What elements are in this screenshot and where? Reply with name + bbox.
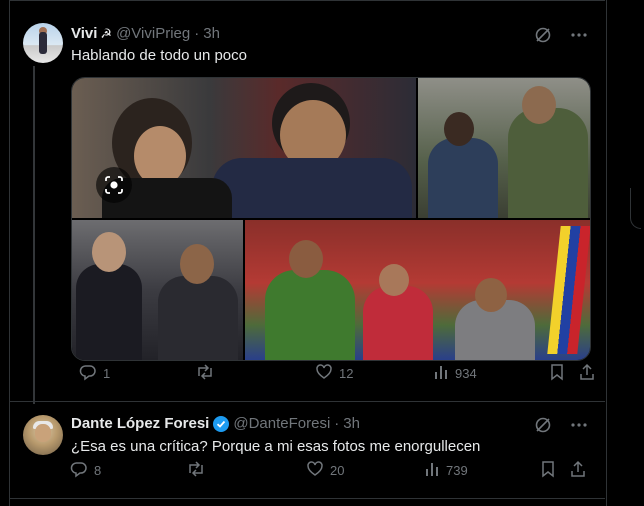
share-button[interactable] xyxy=(579,363,595,384)
bookmark-icon xyxy=(549,363,565,384)
thread-connector xyxy=(33,66,35,404)
photo-figure xyxy=(289,240,323,278)
reply-icon xyxy=(79,363,97,384)
photo-figure xyxy=(76,264,142,360)
photo-figure xyxy=(265,270,355,360)
grok-icon[interactable] xyxy=(533,25,553,45)
photo-figure xyxy=(212,158,412,218)
more-icon[interactable] xyxy=(569,415,589,435)
media-photo-4[interactable] xyxy=(245,220,590,360)
photo-figure xyxy=(522,86,556,124)
user-handle[interactable]: @ViviPrieg xyxy=(116,25,190,42)
photo-figure xyxy=(92,232,126,272)
photo-figure xyxy=(444,112,474,146)
side-panel-edge xyxy=(630,188,641,229)
avatar[interactable] xyxy=(23,415,63,455)
flag-shape xyxy=(547,226,590,354)
like-icon xyxy=(306,460,324,481)
verified-icon xyxy=(213,415,230,432)
tweet-top-actions xyxy=(533,25,589,45)
like-count: 12 xyxy=(339,365,354,381)
like-icon xyxy=(315,363,333,384)
display-name[interactable]: Dante López Foresi xyxy=(71,415,209,432)
retweet-button[interactable] xyxy=(186,460,212,481)
retweet-button[interactable] xyxy=(195,363,221,384)
tweet-top-actions xyxy=(533,415,589,435)
share-button[interactable] xyxy=(570,460,586,481)
views-count: 739 xyxy=(446,462,468,478)
views-icon xyxy=(433,364,449,383)
media-grid[interactable] xyxy=(71,77,591,361)
reply-count: 8 xyxy=(94,462,102,478)
retweet-icon xyxy=(195,363,215,384)
tweet-header: Dante López Foresi @DanteForesi · 3h xyxy=(71,415,360,432)
reply-button[interactable]: 1 xyxy=(79,363,110,384)
tweet-text: Hablando de todo un poco xyxy=(71,47,247,64)
reply-button[interactable]: 8 xyxy=(70,460,101,481)
views-button[interactable]: 934 xyxy=(433,364,477,383)
share-icon xyxy=(579,363,595,384)
photo-figure xyxy=(180,244,214,284)
timestamp[interactable]: 3h xyxy=(343,415,360,432)
views-count: 934 xyxy=(455,365,477,381)
photo-figure xyxy=(134,126,186,186)
avatar-figure xyxy=(39,32,47,54)
display-name[interactable]: Vivi xyxy=(71,25,97,42)
like-button[interactable]: 12 xyxy=(315,363,353,384)
photo-figure xyxy=(428,138,498,218)
photo-figure xyxy=(363,286,433,360)
tweet-text: ¿Esa es una crítica? Porque a mi esas fo… xyxy=(71,438,481,455)
grok-icon[interactable] xyxy=(533,415,553,435)
reply-count: 1 xyxy=(103,365,111,381)
avatar-face xyxy=(35,424,51,442)
media-photo-2[interactable] xyxy=(418,78,590,218)
media-photo-3[interactable] xyxy=(72,220,243,360)
separator-dot: · xyxy=(334,415,340,432)
photo-figure xyxy=(508,108,588,218)
views-icon xyxy=(424,461,440,480)
timestamp[interactable]: 3h xyxy=(203,25,220,42)
like-button[interactable]: 20 xyxy=(306,460,344,481)
separator-dot: · xyxy=(194,25,200,42)
share-icon xyxy=(570,460,586,481)
tweet[interactable]: Vivi ☭ @ViviPrieg · 3h Hablando de todo … xyxy=(9,0,605,402)
retweet-icon xyxy=(186,460,206,481)
user-handle[interactable]: @DanteForesi xyxy=(233,415,330,432)
more-icon[interactable] xyxy=(569,25,589,45)
bookmark-icon xyxy=(540,460,556,481)
like-count: 20 xyxy=(330,462,345,478)
bookmark-button[interactable] xyxy=(540,460,556,481)
camera-icon[interactable] xyxy=(96,167,132,203)
photo-figure xyxy=(158,276,238,360)
tweet[interactable]: Dante López Foresi @DanteForesi · 3h ¿Es… xyxy=(9,401,605,499)
photo-figure xyxy=(379,264,409,296)
photo-figure xyxy=(475,278,507,312)
reply-icon xyxy=(70,460,88,481)
name-emblem: ☭ xyxy=(100,25,113,41)
views-button[interactable]: 739 xyxy=(424,461,468,480)
avatar[interactable] xyxy=(23,23,63,63)
tweet-header: Vivi ☭ @ViviPrieg · 3h xyxy=(71,25,220,42)
bookmark-button[interactable] xyxy=(549,363,565,384)
